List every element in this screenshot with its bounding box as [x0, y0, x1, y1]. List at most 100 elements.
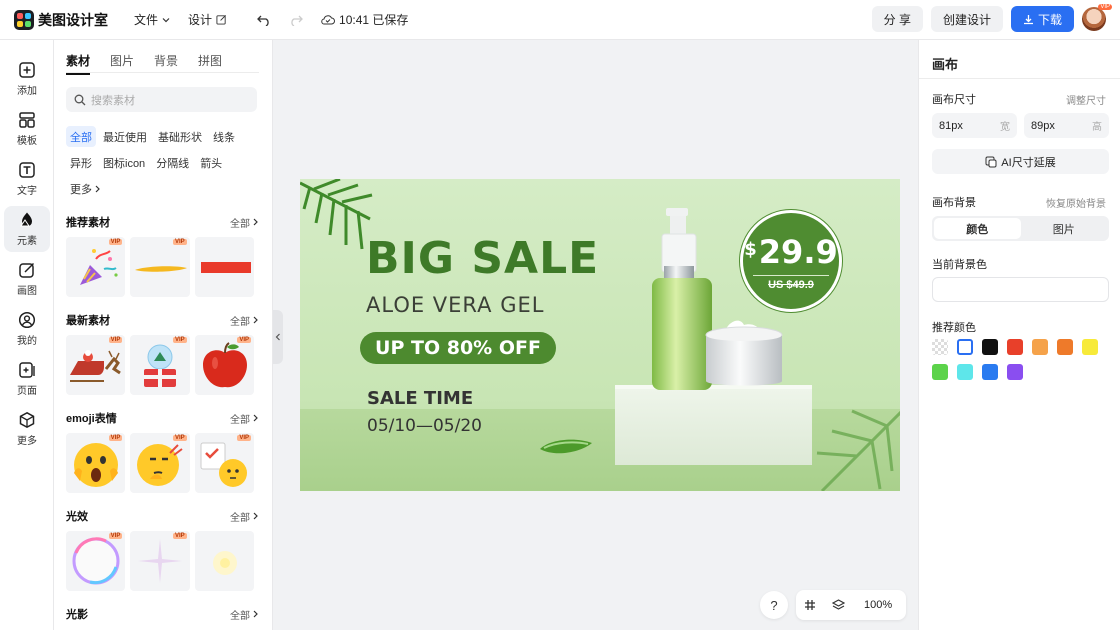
chip-all[interactable]: 全部 [66, 126, 96, 147]
product-name-text[interactable]: ALOE VERA GEL [366, 293, 544, 317]
rail-item-template[interactable]: 模板 [4, 106, 50, 152]
create-design-button[interactable]: 创建设计 [930, 6, 1003, 32]
swatch-green[interactable] [932, 364, 948, 380]
swatch-blue[interactable] [982, 364, 998, 380]
restore-bg-link[interactable]: 恢复原始背景 [1046, 195, 1106, 210]
bg-type-color[interactable]: 颜色 [934, 218, 1021, 239]
avatar[interactable]: VIP [1082, 4, 1112, 31]
chip-more-label: 更多 [70, 183, 92, 196]
view-toolbar: 100% [796, 590, 906, 620]
shapes-icon [20, 212, 32, 227]
santa-sleigh-thumb[interactable]: VIP [66, 335, 126, 395]
rail-item-elements[interactable]: 元素 [4, 206, 50, 252]
discount-pill[interactable]: UP TO 80% OFF [360, 332, 556, 364]
price-value: $29.9 [743, 233, 839, 271]
swatch-transparent[interactable] [932, 339, 948, 355]
rail-item-pages[interactable]: 页面 [4, 356, 50, 402]
rail-item-add[interactable]: 添加 [4, 56, 50, 102]
see-all-link[interactable]: 全部 [230, 607, 259, 622]
sale-dates-text[interactable]: 05/10—05/20 [367, 416, 482, 436]
rainbow-ring-thumb[interactable]: VIP [66, 531, 126, 591]
chevron-right-icon [95, 185, 100, 192]
headline-text[interactable]: BIG SALE [366, 237, 599, 281]
current-bg-color-field[interactable] [932, 277, 1109, 302]
vip-badge: VIP [108, 533, 123, 539]
design-menu[interactable]: 设计 [188, 11, 227, 28]
swatch-black[interactable] [982, 339, 998, 355]
redo-button[interactable] [289, 14, 303, 26]
help-button[interactable]: ? [760, 591, 788, 619]
thinking-emoji-thumb[interactable]: VIP [130, 433, 190, 493]
grid-icon [805, 600, 815, 610]
swatch-yellow[interactable] [1082, 339, 1098, 355]
chip-arrows[interactable]: 箭头 [196, 152, 226, 173]
see-all-link[interactable]: 全部 [230, 313, 259, 328]
rail-item-mine[interactable]: 我的 [4, 306, 50, 352]
design-canvas[interactable]: BIG SALE ALOE VERA GEL UP TO 80% OFF SAL… [300, 179, 900, 491]
share-button[interactable]: 分 享 [871, 6, 923, 32]
glow-dot-thumb[interactable] [194, 531, 254, 591]
checklist-emoji-thumb[interactable]: VIP [194, 433, 254, 493]
swatch-purple[interactable] [1007, 364, 1023, 380]
panel-collapse-handle[interactable] [273, 310, 283, 364]
price-badge[interactable]: $29.9 US $49.9 [740, 210, 842, 312]
layers-button[interactable] [824, 599, 852, 611]
width-field[interactable]: 81px 宽 [932, 113, 1017, 138]
sale-time-label[interactable]: SALE TIME [367, 388, 473, 409]
shocked-emoji-thumb[interactable]: VIP [66, 433, 126, 493]
chevron-down-icon [162, 17, 170, 22]
sparkle-star-thumb[interactable]: VIP [130, 531, 190, 591]
chip-dividers[interactable]: 分隔线 [152, 152, 193, 173]
ai-resize-button[interactable]: AI尺寸延展 [932, 149, 1109, 174]
undo-button[interactable] [257, 14, 271, 26]
cloud-icon [321, 15, 335, 25]
snow-globe-gift-thumb[interactable]: VIP [130, 335, 190, 395]
section-recommended: 推荐素材 全部 VIP VIP [66, 215, 259, 297]
aloe-slice[interactable] [538, 435, 594, 457]
grid-button[interactable] [796, 599, 824, 611]
height-field[interactable]: 89px 高 [1024, 113, 1109, 138]
yellow-stroke-thumb[interactable]: VIP [130, 237, 190, 297]
cream-jar[interactable] [704, 317, 784, 391]
design-menu-label: 设计 [188, 13, 213, 27]
swatch-cyan[interactable] [957, 364, 973, 380]
display-podium[interactable] [615, 385, 812, 465]
left-rail: 添加 模板 文字 元素 画图 我的 页面 更多 [0, 40, 54, 630]
rail-label: 我的 [17, 336, 37, 347]
see-all-link[interactable]: 全部 [230, 411, 259, 426]
party-popper-thumb[interactable]: VIP [66, 237, 126, 297]
see-all-link[interactable]: 全部 [230, 215, 259, 230]
rail-item-more[interactable]: 更多 [4, 406, 50, 452]
logo-icon [14, 9, 34, 30]
download-button[interactable]: 下载 [1010, 6, 1074, 32]
chip-lines[interactable]: 线条 [209, 126, 239, 147]
chip-recent[interactable]: 最近使用 [99, 126, 151, 147]
download-label: 下载 [1037, 12, 1062, 27]
rail-label: 页面 [17, 386, 37, 397]
see-all-link[interactable]: 全部 [230, 509, 259, 524]
chip-irregular[interactable]: 异形 [66, 152, 96, 173]
red-apple-thumb[interactable]: VIP [194, 335, 254, 395]
search-input[interactable]: 搜索素材 [66, 87, 257, 112]
edit-icon [216, 15, 226, 25]
chip-basic-shapes[interactable]: 基础形状 [154, 126, 206, 147]
swatch-light-orange[interactable] [1032, 339, 1048, 355]
swatch-white[interactable] [957, 339, 973, 355]
price-divider [753, 275, 829, 276]
see-all-label: 全部 [230, 610, 250, 622]
swatch-red[interactable] [1007, 339, 1023, 355]
bg-type-image[interactable]: 图片 [1021, 218, 1108, 239]
file-menu[interactable]: 文件 [134, 11, 170, 28]
old-price: US $49.9 [768, 279, 814, 291]
chip-more[interactable]: 更多 [66, 178, 105, 199]
rail-item-draw[interactable]: 画图 [4, 256, 50, 302]
resize-link[interactable]: 调整尺寸 [1066, 92, 1106, 107]
red-bar-thumb[interactable] [194, 237, 254, 297]
app-logo[interactable]: 美图设计室 [14, 9, 108, 30]
checklist-face-icon [200, 442, 247, 487]
zoom-level[interactable]: 100% [864, 599, 892, 611]
chip-icons[interactable]: 图标icon [99, 152, 149, 173]
vip-badge: VIP [237, 337, 251, 343]
swatch-orange[interactable] [1057, 339, 1073, 355]
rail-item-text[interactable]: 文字 [4, 156, 50, 202]
